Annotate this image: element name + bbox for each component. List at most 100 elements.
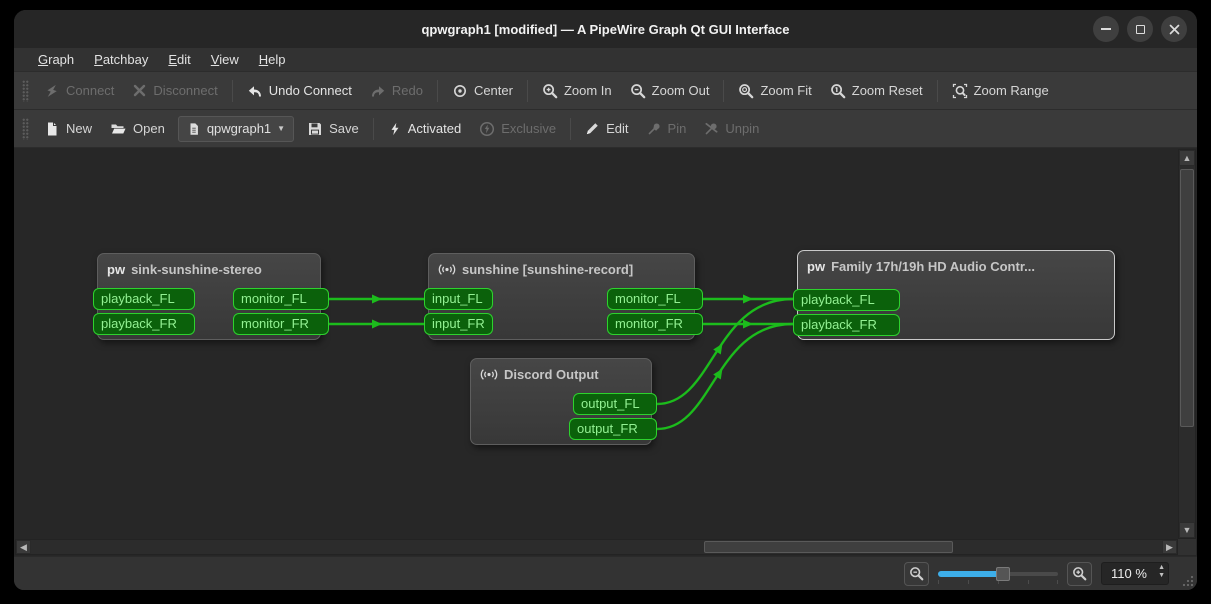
connection-lines	[14, 148, 1197, 557]
pin-label: Pin	[668, 121, 687, 136]
activated-button[interactable]: Activated	[379, 115, 470, 143]
zoom-in-icon	[1072, 566, 1087, 581]
zoom-slider-handle[interactable]	[996, 567, 1010, 581]
menu-view[interactable]: View	[201, 50, 249, 69]
resize-grip[interactable]	[1181, 574, 1194, 587]
edit-label: Edit	[606, 121, 628, 136]
zoom-slider[interactable]	[938, 565, 1058, 583]
toolbar-separator	[937, 80, 938, 102]
save-button[interactable]: Save	[298, 115, 368, 143]
edit-pencil-icon	[585, 121, 600, 136]
spin-down-icon[interactable]: ▼	[1158, 572, 1165, 579]
status-bar: 110 % ▲▼	[14, 557, 1197, 590]
port-playback-fr[interactable]: playback_FR	[793, 314, 900, 336]
zoom-percent-spinbox[interactable]: 110 % ▲▼	[1101, 562, 1169, 585]
connect-button[interactable]: Connect	[35, 77, 123, 105]
port-output-fr[interactable]: output_FR	[569, 418, 657, 440]
stream-icon	[438, 262, 456, 277]
patchbay-select[interactable]: qpwgraph1 ▼	[178, 116, 294, 142]
port-playback-fr[interactable]: playback_FR	[93, 313, 195, 335]
zoom-out-button[interactable]: Zoom Out	[621, 77, 719, 105]
toolbar-separator	[570, 118, 571, 140]
pin-button[interactable]: Pin	[638, 115, 696, 143]
maximize-button[interactable]	[1127, 16, 1153, 42]
node-header: sunshine [sunshine-record]	[429, 254, 694, 277]
toolbar-drag-handle[interactable]	[22, 80, 29, 102]
port-monitor-fr[interactable]: monitor_FR	[607, 313, 703, 335]
menu-edit[interactable]: Edit	[158, 50, 200, 69]
node-title: Family 17h/19h HD Audio Contr...	[831, 259, 1035, 274]
save-label: Save	[329, 121, 359, 136]
port-monitor-fl[interactable]: monitor_FL	[233, 288, 329, 310]
zoom-in-label: Zoom In	[564, 83, 612, 98]
open-button[interactable]: Open	[101, 115, 174, 143]
toolbar-graph: Connect Disconnect Undo Connect Redo Cen…	[14, 72, 1197, 110]
slider-tick	[1028, 580, 1029, 584]
scroll-up-button[interactable]: ▲	[1179, 150, 1195, 166]
unpin-label: Unpin	[725, 121, 759, 136]
zoom-slider-fill	[938, 571, 1000, 577]
vertical-scrollbar[interactable]: ▲ ▼	[1178, 149, 1196, 539]
node-title: sunshine [sunshine-record]	[462, 262, 633, 277]
graph-canvas[interactable]: pw sink-sunshine-stereo playback_FL play…	[14, 148, 1197, 557]
port-input-fr[interactable]: input_FR	[424, 313, 493, 335]
disconnect-button[interactable]: Disconnect	[123, 77, 226, 105]
node-title: Discord Output	[504, 367, 599, 382]
pipewire-icon: pw	[107, 262, 125, 277]
pipewire-icon: pw	[807, 259, 825, 274]
zoom-percent-value: 110 %	[1111, 566, 1147, 581]
status-zoom-in-button[interactable]	[1067, 562, 1092, 586]
maximize-icon	[1136, 25, 1145, 34]
node-header: pw Family 17h/19h HD Audio Contr...	[798, 251, 1114, 274]
node-header: Discord Output	[471, 359, 651, 382]
close-icon	[1169, 24, 1180, 35]
patchbay-file-icon	[187, 122, 201, 136]
edit-button[interactable]: Edit	[576, 115, 637, 143]
zoom-in-icon	[542, 83, 558, 99]
port-playback-fl[interactable]: playback_FL	[93, 288, 195, 310]
port-input-fl[interactable]: input_FL	[424, 288, 493, 310]
toolbar-drag-handle[interactable]	[22, 118, 29, 140]
scroll-down-button[interactable]: ▼	[1179, 522, 1195, 538]
scroll-left-button[interactable]: ◀	[16, 540, 31, 554]
exclusive-button[interactable]: Exclusive	[470, 115, 565, 143]
port-output-fl[interactable]: output_FL	[573, 393, 657, 415]
open-label: Open	[133, 121, 165, 136]
scroll-right-button[interactable]: ▶	[1162, 540, 1177, 554]
zoom-out-icon	[630, 83, 646, 99]
menu-graph[interactable]: Graph	[28, 50, 84, 69]
port-monitor-fr[interactable]: monitor_FR	[233, 313, 329, 335]
new-button[interactable]: New	[35, 115, 101, 143]
port-playback-fl[interactable]: playback_FL	[793, 289, 900, 311]
close-button[interactable]	[1161, 16, 1187, 42]
menu-help[interactable]: Help	[249, 50, 296, 69]
menu-patchbay[interactable]: Patchbay	[84, 50, 158, 69]
center-button[interactable]: Center	[443, 77, 522, 105]
status-zoom-out-button[interactable]	[904, 562, 929, 586]
zoom-in-button[interactable]: Zoom In	[533, 77, 621, 105]
horizontal-scrollbar[interactable]: ◀ ▶	[15, 539, 1178, 555]
toolbar-separator	[373, 118, 374, 140]
spinbox-steppers[interactable]: ▲▼	[1158, 564, 1165, 579]
patchbay-select-value: qpwgraph1	[207, 121, 271, 136]
zoom-fit-button[interactable]: Zoom Fit	[729, 77, 820, 105]
redo-button[interactable]: Redo	[361, 77, 432, 105]
minimize-button[interactable]	[1093, 16, 1119, 42]
undo-connect-button[interactable]: Undo Connect	[238, 77, 361, 105]
activated-label: Activated	[408, 121, 461, 136]
vertical-scrollbar-thumb[interactable]	[1180, 169, 1194, 427]
save-icon	[307, 121, 323, 137]
port-monitor-fl[interactable]: monitor_FL	[607, 288, 703, 310]
horizontal-scrollbar-thumb[interactable]	[704, 541, 953, 553]
activated-bolt-icon	[388, 121, 402, 137]
app-window: qpwgraph1 [modified] — A PipeWire Graph …	[14, 10, 1197, 590]
zoom-range-button[interactable]: Zoom Range	[943, 77, 1058, 105]
window-controls	[1093, 16, 1187, 42]
zoom-reset-button[interactable]: Zoom Reset	[821, 77, 932, 105]
unpin-button[interactable]: Unpin	[695, 115, 768, 143]
center-label: Center	[474, 83, 513, 98]
spin-up-icon[interactable]: ▲	[1158, 564, 1165, 571]
center-icon	[452, 83, 468, 99]
title-bar[interactable]: qpwgraph1 [modified] — A PipeWire Graph …	[14, 10, 1197, 48]
open-folder-icon	[110, 121, 127, 137]
